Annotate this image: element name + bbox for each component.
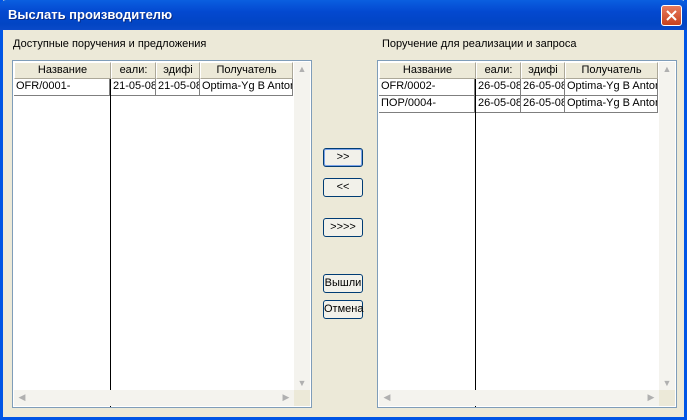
arrow-right-icon[interactable]: ▶	[278, 392, 294, 403]
row-recipient: Optima-Yg B Antor	[565, 96, 658, 113]
title-bar[interactable]: Выслать производителю	[0, 0, 687, 30]
window-title: Выслать производителю	[8, 7, 173, 22]
column-header-recipient[interactable]: Получатель	[565, 62, 658, 79]
horizontal-scrollbar[interactable]: ◀ ▶	[379, 390, 659, 406]
row-modified-date: 26-05-08	[521, 79, 565, 96]
arrow-down-icon[interactable]: ▼	[659, 378, 675, 388]
selected-orders-label: Поручение для реализации и запроса	[382, 38, 577, 50]
selected-orders-list[interactable]: Название еали: эдифі Получатель OFR/0002…	[377, 60, 677, 408]
close-icon	[666, 10, 677, 21]
vertical-scrollbar[interactable]: ▲ ▼	[294, 62, 310, 390]
vertical-scrollbar[interactable]: ▲ ▼	[659, 62, 675, 390]
cancel-button[interactable]: Отмена	[323, 300, 363, 319]
available-orders-list[interactable]: Название еали: эдифі Получатель OFR/0001…	[12, 60, 312, 408]
row-recipient: Optima-Yg B Antor	[200, 79, 293, 96]
column-header-modified[interactable]: эдифі	[156, 62, 200, 79]
arrow-up-icon[interactable]: ▲	[659, 64, 675, 74]
row-name: OFR/0001-	[14, 79, 110, 96]
column-header-name[interactable]: Название	[379, 62, 476, 79]
arrow-down-icon[interactable]: ▼	[294, 378, 310, 388]
move-right-button[interactable]: >>	[323, 148, 363, 167]
column-header-name[interactable]: Название	[14, 62, 111, 79]
row-recipient: Optima-Yg B Antor	[565, 79, 658, 96]
row-name: ПОР/0004-	[379, 96, 475, 113]
arrow-up-icon[interactable]: ▲	[294, 64, 310, 74]
horizontal-scrollbar[interactable]: ◀ ▶	[14, 390, 294, 406]
row-realization-date: 26-05-08	[476, 96, 521, 113]
column-divider	[475, 79, 476, 407]
arrow-left-icon[interactable]: ◀	[14, 392, 30, 403]
row-modified-date: 26-05-08	[521, 96, 565, 113]
arrow-right-icon[interactable]: ▶	[643, 392, 659, 403]
send-button[interactable]: Вышли	[323, 274, 363, 293]
row-realization-date: 26-05-08	[476, 79, 521, 96]
move-left-button[interactable]: <<	[323, 178, 363, 197]
arrow-left-icon[interactable]: ◀	[379, 392, 395, 403]
row-realization-date: 21-05-08	[111, 79, 156, 96]
column-header-realization[interactable]: еали:	[111, 62, 156, 79]
row-modified-date: 21-05-08	[156, 79, 200, 96]
scroll-corner	[659, 390, 675, 406]
available-orders-label: Доступные поручения и предложения	[13, 38, 207, 50]
row-name: OFR/0002-	[379, 79, 475, 96]
scroll-corner	[294, 390, 310, 406]
column-header-modified[interactable]: эдифі	[521, 62, 565, 79]
column-divider	[110, 79, 111, 407]
column-header-recipient[interactable]: Получатель	[200, 62, 293, 79]
dialog-window: Выслать производителю Доступные поручени…	[0, 0, 687, 420]
column-header-realization[interactable]: еали:	[476, 62, 521, 79]
move-all-button[interactable]: >>>>	[323, 218, 363, 237]
close-button[interactable]	[661, 5, 682, 26]
